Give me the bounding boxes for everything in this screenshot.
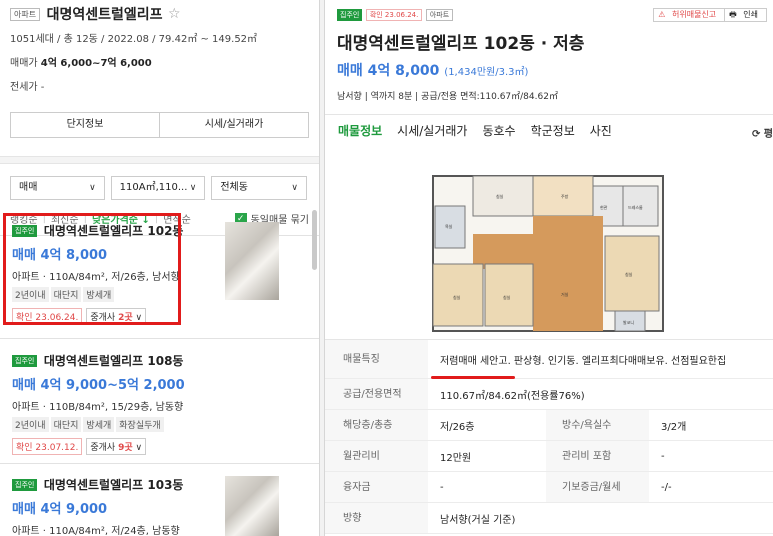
tab-photos[interactable]: 사진 [590, 114, 612, 152]
tag: 방세개 [83, 417, 115, 432]
room-label: 주방 [561, 193, 569, 199]
table-row: 방향 남서향(거실 기준) [325, 503, 773, 534]
section-separator [0, 156, 319, 164]
area-toggle[interactable]: ⟳ 평 [752, 125, 773, 140]
room-label: 침실 [496, 193, 504, 199]
type-badge: 아파트 [10, 7, 41, 21]
listing-tags: 2년이내 대단지 방세개 화장실두개 [12, 417, 319, 432]
table-row: 공급/전용면적 110.67㎡/84.62㎡(전용률76%) [325, 379, 773, 410]
trade-type-select[interactable]: 매매 ∨ [10, 176, 105, 200]
agent-dropdown[interactable]: 중개사 9곳 ∨ [86, 438, 147, 455]
room-label: 현관 [600, 204, 608, 210]
chevron-down-icon: ∨ [291, 183, 298, 193]
complex-buttons: 단지정보 시세/실거래가 [10, 112, 309, 138]
room-label: 드레스룸 [628, 204, 643, 210]
listing-panel: 아파트 대명역센트럴엘리프 ☆ 1051세대 / 총 12동 / 2022.08… [0, 0, 320, 536]
table-row: 월관리비 12만원 관리비 포함 - [325, 441, 773, 472]
room-label: 침실 [503, 294, 511, 300]
report-print-group: ⚠ 허위매물신고 🖶 인쇄 [653, 8, 767, 22]
listing-photo[interactable] [225, 222, 279, 300]
dong-select[interactable]: 전체동 ∨ [211, 176, 307, 200]
tag: 대단지 [50, 417, 82, 432]
listing-price: 매매 4억 9,000~5억 2,000 [12, 378, 185, 393]
tab-unit-number[interactable]: 동호수 [482, 114, 515, 152]
chevron-down-icon: ∨ [89, 183, 96, 193]
table-row: 해당층/총층 저/26층 방수/욕실수 3/2개 [325, 410, 773, 441]
confirm-date: 확인 23.07.12. [12, 438, 83, 455]
detail-summary: 남서향 | 역까지 8분 | 공급/전용 면적:110.67㎡/84.62㎡ [337, 92, 558, 102]
detail-panel: 집주인 확인 23.06.24. 아파트 ⚠ 허위매물신고 🖶 인쇄 대명역센트… [325, 0, 773, 536]
room-label: 침실 [453, 294, 461, 300]
report-button[interactable]: ⚠ 허위매물신고 [654, 9, 726, 21]
floor-plan-image[interactable]: 침실 침실 침실 거실 주방 욕실 드레스룸 현관 발코니 침실 [325, 150, 773, 340]
chevron-down-icon: ∨ [189, 183, 197, 193]
listing-title: 대명역센트럴엘리프 108동 [43, 354, 184, 368]
confirm-badge: 확인 23.06.24. [365, 9, 423, 21]
table-row: 매물특징 저렴매매 세안고. 판상형. 인기동. 엘리프최다매매보유. 선점필요… [325, 340, 773, 379]
owner-badge: 집주인 [12, 478, 38, 491]
complex-info-button[interactable]: 단지정보 [11, 113, 159, 137]
tag: 화장실두개 [116, 417, 164, 432]
listing-photo[interactable] [225, 476, 279, 536]
type-badge: 아파트 [425, 9, 454, 21]
rent-price-range: 전세가 - [10, 82, 45, 93]
table-row: 융자금 - 기보증금/월세 -/- [325, 472, 773, 503]
room-label: 침실 [625, 271, 633, 277]
room-label: 거실 [561, 291, 569, 297]
tab-school-info[interactable]: 학군정보 [531, 114, 575, 152]
complex-info: 1051세대 / 총 12동 / 2022.08 / 79.42㎡ ~ 149.… [10, 34, 258, 45]
tab-price-history[interactable]: 시세/실거래가 [397, 114, 467, 152]
listing-desc: 아파트 · 110B/84m², 15/29층, 남동향 [12, 402, 184, 413]
listing-item[interactable]: 집주인 대명역센트럴엘리프 108동 매매 4억 9,000~5억 2,000 … [0, 352, 319, 455]
scrollbar[interactable] [312, 210, 317, 270]
underline-annotation [431, 376, 515, 379]
detail-tabs: 매물정보 시세/실거래가 동호수 학군정보 사진 ⟳ 평 [325, 114, 773, 152]
owner-badge: 집주인 [12, 354, 38, 367]
detail-title: 대명역센트럴엘리프 102동 · 저층 [337, 34, 585, 54]
owner-badge: 집주인 [337, 9, 363, 21]
tag: 2년이내 [12, 417, 49, 432]
filter-bar: 매매 ∨ 110A㎡,110... ∨ 전체동 ∨ [0, 164, 319, 200]
sale-price-range: 매매가 4억 6,000~7억 6,000 [10, 58, 152, 69]
room-label: 욕실 [445, 223, 453, 229]
tab-listing-info[interactable]: 매물정보 [338, 114, 383, 152]
detail-price: 매매 4억 8,000 (1,434만원/3.3㎡) [337, 63, 529, 79]
complex-name: 대명역센트럴엘리프 [46, 7, 163, 23]
highlight-box [3, 213, 181, 325]
listing-title: 대명역센트럴엘리프 103동 [43, 478, 184, 492]
print-button[interactable]: 🖶 인쇄 [725, 9, 766, 21]
price-history-button[interactable]: 시세/실거래가 [159, 113, 308, 137]
area-select[interactable]: 110A㎡,110... ∨ [110, 176, 206, 200]
detail-info-table: 매물특징 저렴매매 세안고. 판상형. 인기동. 엘리프최다매매보유. 선점필요… [325, 340, 773, 534]
room-label: 발코니 [623, 319, 634, 325]
complex-header: 아파트 대명역센트럴엘리프 ☆ 1051세대 / 총 12동 / 2022.08… [0, 0, 319, 93]
favorite-star-icon[interactable]: ☆ [168, 6, 181, 22]
